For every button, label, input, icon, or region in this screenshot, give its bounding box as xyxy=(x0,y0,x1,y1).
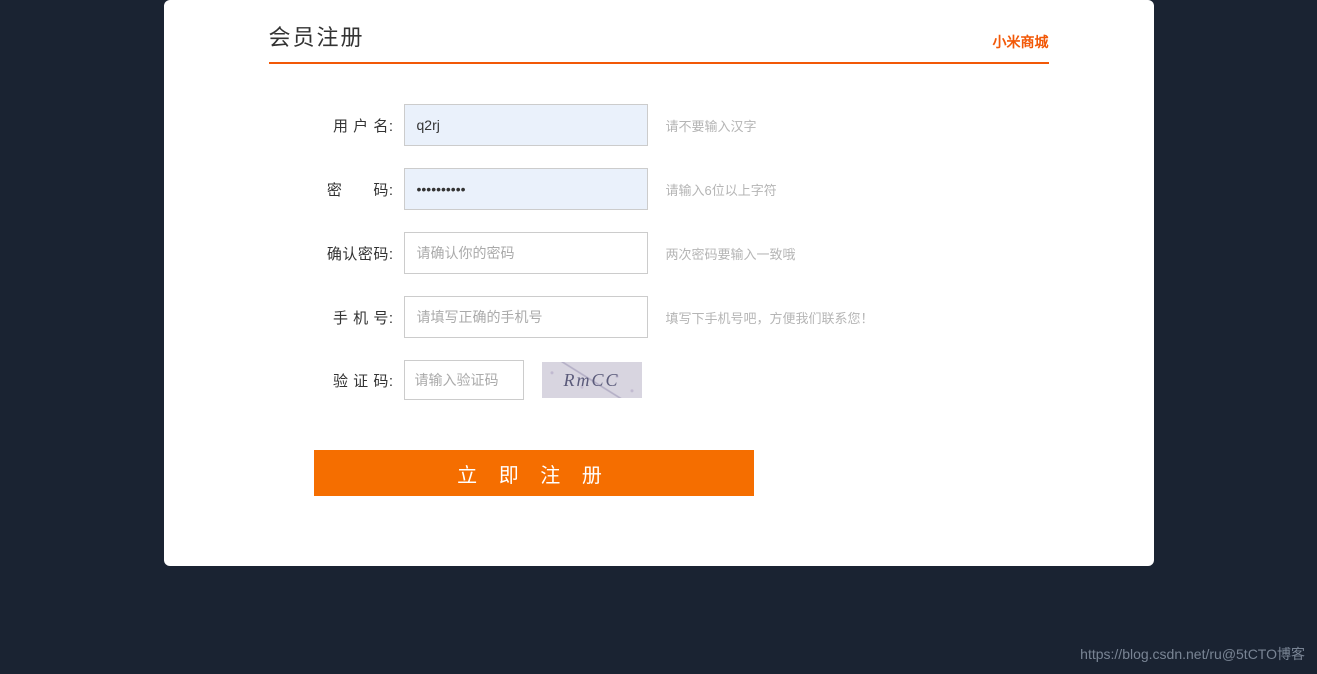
submit-button[interactable]: 立 即 注 册 xyxy=(314,450,754,496)
password-row: 密 码: 请输入6位以上字符 xyxy=(314,168,1049,210)
password-hint: 请输入6位以上字符 xyxy=(666,180,777,199)
confirm-password-label: 确认密码: xyxy=(314,243,394,264)
phone-label: 手 机 号: xyxy=(314,307,394,328)
page-title: 会员注册 xyxy=(269,20,365,52)
password-input[interactable] xyxy=(404,168,648,210)
phone-hint: 填写下手机号吧，方便我们联系您！ xyxy=(666,308,874,327)
username-label: 用 户 名: xyxy=(314,115,394,136)
registration-card: 会员注册 小米商城 用 户 名: 请不要输入汉字 密 码: 请输入6位以上字符 … xyxy=(164,0,1154,566)
phone-input[interactable] xyxy=(404,296,648,338)
username-input[interactable] xyxy=(404,104,648,146)
confirm-password-input[interactable] xyxy=(404,232,648,274)
confirm-password-hint: 两次密码要输入一致哦 xyxy=(666,244,796,263)
phone-row: 手 机 号: 填写下手机号吧，方便我们联系您！ xyxy=(314,296,1049,338)
captcha-image[interactable]: RmCC xyxy=(542,362,642,398)
watermark: https://blog.csdn.net/ru@5tCTO博客 xyxy=(1080,644,1305,664)
captcha-row: 验 证 码: RmCC xyxy=(314,360,1049,400)
username-row: 用 户 名: 请不要输入汉字 xyxy=(314,104,1049,146)
captcha-image-text: RmCC xyxy=(563,370,619,391)
captcha-label: 验 证 码: xyxy=(314,370,394,391)
confirm-password-row: 确认密码: 两次密码要输入一致哦 xyxy=(314,232,1049,274)
registration-form: 用 户 名: 请不要输入汉字 密 码: 请输入6位以上字符 确认密码: 两次密码… xyxy=(269,104,1049,496)
mall-link[interactable]: 小米商城 xyxy=(993,32,1049,52)
password-label: 密 码: xyxy=(314,179,394,200)
captcha-input[interactable] xyxy=(404,360,524,400)
username-hint: 请不要输入汉字 xyxy=(666,116,757,135)
header: 会员注册 小米商城 xyxy=(269,20,1049,64)
